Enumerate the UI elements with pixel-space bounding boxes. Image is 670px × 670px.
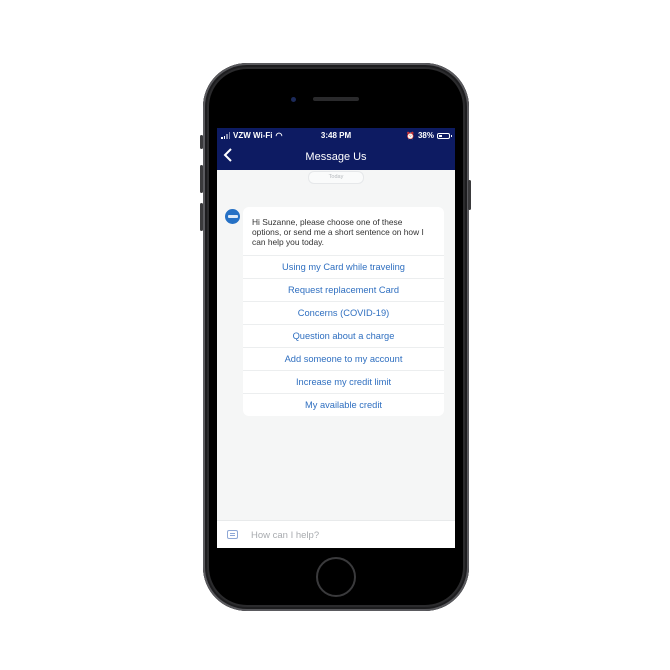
option-available-credit[interactable]: My available credit bbox=[243, 394, 444, 416]
status-bar: VZW Wi-Fi ◠ 3:48 PM ⏰ 38% bbox=[217, 128, 455, 144]
message-composer bbox=[217, 520, 455, 548]
message-input[interactable] bbox=[251, 527, 441, 543]
alarm-icon: ⏰ bbox=[406, 132, 415, 140]
quick-reply-options: Using my Card while traveling Request re… bbox=[243, 255, 444, 416]
mute-switch bbox=[200, 135, 203, 149]
option-covid-concerns[interactable]: Concerns (COVID-19) bbox=[243, 302, 444, 325]
option-question-charge[interactable]: Question about a charge bbox=[243, 325, 444, 348]
volume-down-button bbox=[200, 203, 203, 231]
date-divider: Today bbox=[308, 171, 364, 184]
nav-bar: Message Us bbox=[217, 144, 455, 170]
option-replacement-card[interactable]: Request replacement Card bbox=[243, 279, 444, 302]
brand-logo-icon bbox=[227, 215, 238, 218]
battery-icon bbox=[437, 132, 452, 139]
home-button[interactable] bbox=[316, 557, 356, 597]
screen: VZW Wi-Fi ◠ 3:48 PM ⏰ 38% Message Us Tod… bbox=[217, 128, 455, 548]
option-add-someone[interactable]: Add someone to my account bbox=[243, 348, 444, 371]
page-title: Message Us bbox=[305, 151, 367, 163]
front-camera bbox=[291, 97, 296, 102]
battery-percent: 38% bbox=[417, 131, 434, 140]
option-increase-limit[interactable]: Increase my credit limit bbox=[243, 371, 444, 394]
keyboard-icon[interactable] bbox=[227, 530, 238, 539]
earpiece-speaker bbox=[313, 97, 359, 101]
bot-avatar bbox=[225, 209, 240, 224]
battery-fill bbox=[439, 134, 443, 137]
bot-message-bubble: Hi Suzanne, please choose one of these o… bbox=[243, 207, 444, 416]
bot-message-text: Hi Suzanne, please choose one of these o… bbox=[252, 217, 424, 247]
volume-up-button bbox=[200, 165, 203, 193]
option-card-traveling[interactable]: Using my Card while traveling bbox=[243, 256, 444, 279]
power-button bbox=[468, 180, 471, 210]
